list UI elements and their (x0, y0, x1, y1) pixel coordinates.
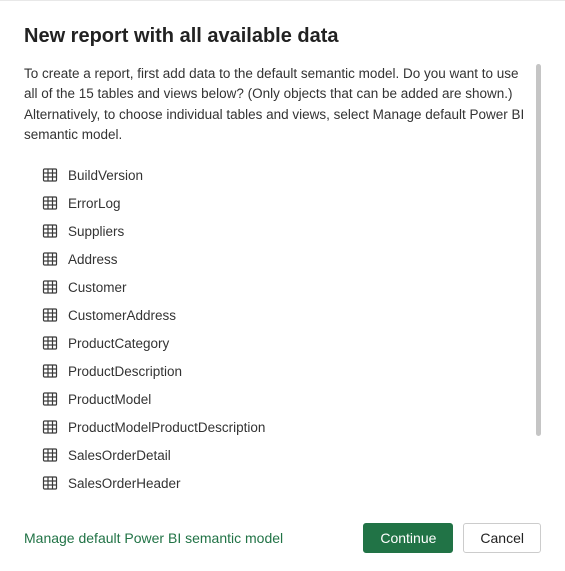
table-icon (42, 223, 58, 239)
table-item-label: BuildVersion (68, 168, 143, 183)
table-icon (42, 391, 58, 407)
cancel-button[interactable]: Cancel (463, 523, 541, 553)
table-item[interactable]: SalesOrderDetail (42, 441, 541, 469)
dialog-footer: Manage default Power BI semantic model C… (24, 509, 541, 571)
new-report-dialog: New report with all available data To cr… (0, 0, 565, 571)
table-item[interactable]: ProductDescription (42, 357, 541, 385)
table-item[interactable]: ProductModelProductDescription (42, 413, 541, 441)
table-icon (42, 363, 58, 379)
table-icon (42, 195, 58, 211)
table-item-label: Suppliers (68, 224, 124, 239)
dialog-body: To create a report, first add data to th… (24, 64, 541, 509)
table-item-label: ProductModel (68, 392, 151, 407)
dialog-description: To create a report, first add data to th… (24, 64, 541, 145)
table-icon (42, 335, 58, 351)
table-item-label: ProductModelProductDescription (68, 420, 265, 435)
table-icon (42, 307, 58, 323)
table-item-label: Address (68, 252, 118, 267)
table-item-label: SalesOrderHeader (68, 476, 181, 491)
table-icon (42, 447, 58, 463)
scrollbar-track[interactable] (536, 64, 541, 456)
table-item-label: CustomerAddress (68, 308, 176, 323)
table-icon (42, 475, 58, 491)
table-icon (42, 419, 58, 435)
continue-button[interactable]: Continue (363, 523, 453, 553)
table-item[interactable]: ErrorLog (42, 189, 541, 217)
table-item[interactable]: ProductCategory (42, 329, 541, 357)
table-item[interactable]: ProductModel (42, 385, 541, 413)
table-icon (42, 251, 58, 267)
table-item[interactable]: SalesOrderHeader (42, 469, 541, 497)
table-item-label: ProductDescription (68, 364, 182, 379)
table-icon (42, 279, 58, 295)
table-item[interactable]: Customer (42, 273, 541, 301)
table-item-label: ProductCategory (68, 336, 169, 351)
table-item[interactable]: BuildVersion (42, 161, 541, 189)
table-item-label: SalesOrderDetail (68, 448, 171, 463)
table-item[interactable]: CustomerAddress (42, 301, 541, 329)
dialog-title: New report with all available data (24, 25, 541, 48)
table-item[interactable]: Address (42, 245, 541, 273)
table-item[interactable]: Suppliers (42, 217, 541, 245)
table-icon (42, 167, 58, 183)
table-item-label: Customer (68, 280, 127, 295)
manage-semantic-model-link[interactable]: Manage default Power BI semantic model (24, 530, 353, 546)
table-item-label: ErrorLog (68, 196, 121, 211)
scrollbar-thumb[interactable] (536, 64, 541, 436)
table-list: BuildVersion ErrorLog Suppliers Address … (24, 161, 541, 497)
